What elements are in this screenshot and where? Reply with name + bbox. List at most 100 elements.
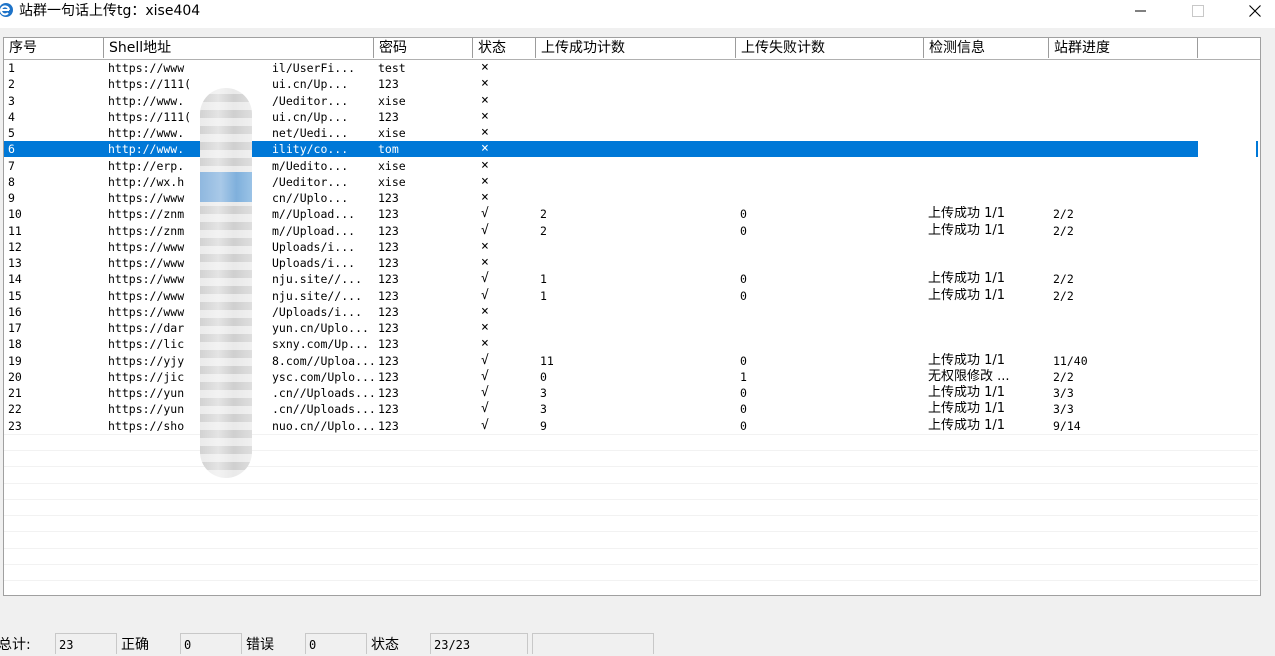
cell-fail-count: 0 bbox=[740, 207, 747, 222]
table-row[interactable]: 16 https://www/Uploads/i... 123 × bbox=[4, 304, 1258, 320]
cell-success-count bbox=[536, 255, 736, 271]
table-row[interactable]: 14 https://www nju.site//... 123 √ 1 0 上传成功 1/1… bbox=[4, 271, 1258, 287]
table-row[interactable]: 4 https://111(ui.cn/Up... 123 × bbox=[4, 109, 1258, 125]
cell-status: √ bbox=[481, 206, 489, 222]
cell-status: √ bbox=[481, 271, 489, 287]
column-header-check-info[interactable]: 检测信息 bbox=[924, 38, 1049, 58]
cell-success-count bbox=[536, 125, 736, 141]
total-label: 总计: bbox=[0, 637, 31, 653]
cell-fail-count bbox=[736, 93, 924, 109]
empty-row-line bbox=[4, 450, 1258, 451]
error-value: 0 bbox=[305, 633, 367, 654]
cell-status: × bbox=[481, 336, 489, 352]
column-header-password[interactable]: 密码 bbox=[374, 38, 473, 58]
window-title: 站群一句话上传tg：xise404 bbox=[19, 3, 201, 19]
cell-shell-url: https://www il/UserFi... bbox=[104, 60, 374, 76]
table-row[interactable]: 22 https://yun .cn//Uploads... 123 √ 3 0 上传成功 1… bbox=[4, 401, 1258, 417]
table-row[interactable]: 1 https://www il/UserFi... test × bbox=[4, 60, 1258, 76]
table-row[interactable]: 18 https://lic sxny.com/Up... 123 × bbox=[4, 336, 1258, 352]
cell-password: 123 bbox=[378, 353, 399, 368]
cell-fail-count bbox=[736, 158, 924, 174]
cell-fail-count bbox=[736, 125, 924, 141]
cell-status: × bbox=[481, 238, 489, 254]
table-row[interactable]: 15 https://www nju.site//... 123 √ 1 0 上传成功 1/1… bbox=[4, 288, 1258, 304]
cell-fail-count: 0 bbox=[740, 288, 747, 303]
table-row[interactable]: 10 https://znm m//Upload... 123 √ 2 0 上传成功 1/1 2… bbox=[4, 206, 1258, 222]
cell-success-count: 2 bbox=[540, 207, 547, 222]
cell-status: √ bbox=[481, 222, 489, 238]
table-row[interactable]: 21 https://yun .cn//Uploads... 123 √ 3 0 上传成功 1… bbox=[4, 385, 1258, 401]
table-row[interactable]: 2 https://111(ui.cn/Up... 123 × bbox=[4, 76, 1258, 92]
minimize-button[interactable] bbox=[1118, 0, 1164, 22]
cell-fail-count: 0 bbox=[740, 353, 747, 368]
cell-check-info: 上传成功 1/1 bbox=[928, 222, 1006, 238]
cell-index: 22 bbox=[8, 402, 22, 417]
cell-index: 4 bbox=[8, 109, 15, 124]
column-header-fail-count[interactable]: 上传失败计数 bbox=[736, 38, 924, 58]
cell-progress bbox=[1049, 125, 1198, 141]
url-suffix: m/Uedito... bbox=[272, 158, 349, 173]
column-header-index[interactable]: 序号 bbox=[4, 38, 104, 58]
table-row[interactable]: 7 http://erp. m/Uedito... xise × bbox=[4, 158, 1258, 174]
cell-success-count bbox=[536, 60, 736, 76]
table-row[interactable]: 5 http://www. net/Uedi... xise × bbox=[4, 125, 1258, 141]
cell-fail-count: 0 bbox=[740, 223, 747, 238]
correct-value: 0 bbox=[180, 633, 242, 654]
cell-progress bbox=[1049, 304, 1198, 320]
cell-check-info bbox=[924, 76, 1049, 92]
column-header-status[interactable]: 状态 bbox=[473, 38, 536, 58]
table-row[interactable]: 11 https://znm m//Upload... 123 √ 2 0 上传成功 1/1 2… bbox=[4, 223, 1258, 239]
cell-password: 123 bbox=[378, 386, 399, 400]
table-row[interactable]: 19 https://yjy 8.com//Uploa... 123 √ 11 0 上传成功 … bbox=[4, 353, 1258, 369]
cell-status: √ bbox=[481, 401, 489, 417]
table-row[interactable]: 23 https://sho nuo.cn//Uplo... 123 √ 9 0 上传成功 1… bbox=[4, 418, 1258, 434]
close-button[interactable] bbox=[1232, 0, 1275, 22]
url-suffix: /Uploads/i... bbox=[272, 304, 363, 319]
cell-check-info: 上传成功 1/1 bbox=[928, 385, 1006, 400]
cell-fail-count bbox=[736, 76, 924, 92]
cell-password: tom bbox=[378, 142, 399, 157]
cell-status: √ bbox=[481, 352, 489, 368]
cell-success-count bbox=[536, 174, 736, 190]
column-header-filler bbox=[1198, 38, 1260, 58]
cell-check-info bbox=[924, 141, 1049, 157]
maximize-button[interactable] bbox=[1175, 0, 1221, 22]
cell-success-count bbox=[536, 336, 736, 352]
url-prefix: https://www bbox=[108, 272, 185, 287]
cell-fail-count bbox=[736, 320, 924, 336]
app-e-icon bbox=[0, 2, 14, 18]
empty-row-line bbox=[4, 580, 1258, 581]
cell-success-count: 3 bbox=[540, 386, 547, 400]
cell-index: 23 bbox=[8, 418, 22, 433]
cell-password: 123 bbox=[378, 321, 399, 335]
cell-fail-count bbox=[736, 174, 924, 190]
url-suffix: ility/co... bbox=[272, 142, 349, 157]
cell-index: 1 bbox=[8, 61, 15, 75]
table-row[interactable]: 8 http://wx.h/Ueditor... xise × bbox=[4, 174, 1258, 190]
cell-progress: 2/2 bbox=[1053, 288, 1074, 303]
shell-list[interactable]: 序号 Shell地址 密码 状态 上传成功计数 上传失败计数 检测信息 站群进度… bbox=[3, 37, 1261, 596]
table-row[interactable]: 13 https://www Uploads/i... 123 × bbox=[4, 255, 1258, 271]
cell-success-count bbox=[536, 320, 736, 336]
column-header-shell-url[interactable]: Shell地址 bbox=[104, 38, 374, 58]
cell-status: × bbox=[481, 255, 489, 270]
column-header-success-count[interactable]: 上传成功计数 bbox=[536, 38, 736, 58]
table-row[interactable]: 3 http://www. /Ueditor... xise × bbox=[4, 93, 1258, 109]
cell-check-info: 上传成功 1/1 bbox=[928, 287, 1006, 303]
column-header-progress[interactable]: 站群进度 bbox=[1049, 38, 1198, 58]
cell-progress bbox=[1049, 93, 1198, 109]
cell-status: × bbox=[481, 108, 489, 124]
cell-fail-count: 0 bbox=[740, 272, 747, 287]
empty-row-line bbox=[4, 564, 1258, 565]
table-row[interactable]: 20 https://jic ysc.com/Uplo... 123 √ 0 1 无权限修改 … bbox=[4, 369, 1258, 385]
table-row[interactable]: 17 https://dar yun.cn/Uplo... 123 × bbox=[4, 320, 1258, 336]
table-row[interactable]: 6 http://www. ility/co... tom × bbox=[4, 141, 1258, 158]
url-suffix: Uploads/i... bbox=[272, 256, 356, 270]
cell-success-count bbox=[536, 93, 736, 109]
cell-progress: 3/3 bbox=[1053, 386, 1074, 400]
table-row[interactable]: 12 https://www Uploads/i... 123 × bbox=[4, 239, 1258, 255]
url-prefix: https://www bbox=[108, 239, 185, 254]
cell-progress bbox=[1049, 239, 1198, 255]
table-row[interactable]: 9 https://www cn//Uplo... 123 × bbox=[4, 190, 1258, 206]
url-suffix: ui.cn/Up... bbox=[272, 77, 349, 92]
